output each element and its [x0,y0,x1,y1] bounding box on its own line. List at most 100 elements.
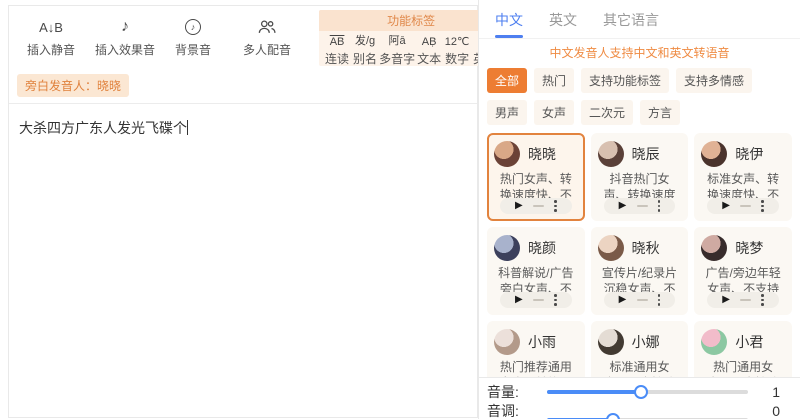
filter-dialect[interactable]: 方言 [640,100,681,125]
volume-slider-handle[interactable] [634,384,649,399]
more-options-icon[interactable] [657,200,661,212]
tag-liandu-label: 连读 [325,52,350,66]
voice-card-grid: 晓晓 热门女声、转换速度快、不支持功能标签 ▶ 晓辰 抖音热门女声、转换速度快、… [479,131,800,411]
background-music-label: 背景音 [175,43,212,57]
tts-editor-app: A↓B 插入静音 ♪ 插入效果音 ♪ 背景音 多人配音 功能标签 AB 连读 发… [0,0,800,419]
voice-name: 晓晓 [528,146,556,162]
tag-alias-button[interactable]: 发/g 别名 [351,33,379,67]
voice-card[interactable]: 晓晓 热门女声、转换速度快、不支持功能标签 ▶ [487,133,585,221]
function-tags-box: 功能标签 AB 连读 发/g 别名 阿ā 多音字 AḄ 文本 12℃ 数字 [319,10,504,69]
pitch-slider-handle[interactable] [606,412,621,419]
voice-name: 小君 [735,334,764,350]
pitch-slider[interactable] [547,412,748,419]
tab-chinese[interactable]: 中文 [495,8,523,38]
voice-controls: ▶ [603,291,676,308]
voice-name: 晓颜 [528,240,556,256]
voice-avatar [494,235,520,261]
voice-picker-panel: 中文 英文 其它语言 中文发音人支持中文和英文转语音 全部 热门 支持功能标签 … [478,0,800,419]
editor-panel: A↓B 插入静音 ♪ 插入效果音 ♪ 背景音 多人配音 功能标签 AB 连读 发… [8,5,504,418]
more-options-icon[interactable] [554,294,557,306]
play-icon[interactable]: ▶ [722,294,730,305]
voice-avatar [494,329,520,355]
liandu-icon: AB [329,36,345,48]
volume-row: 音量: 1 [487,382,780,401]
voice-description: 热门女声、转换速度快、不支持功能标签 [499,172,572,198]
tag-number-button[interactable]: 12℃ 数字 [443,33,471,67]
editor-toolbar: A↓B 插入静音 ♪ 插入效果音 ♪ 背景音 多人配音 功能标签 AB 连读 发… [9,6,504,66]
alias-icon: 发/g [354,35,376,47]
pitch-row: 音调: 0 [487,401,780,419]
filter-hot[interactable]: 热门 [534,68,575,93]
progress-dash [740,298,752,301]
voice-name: 小娜 [631,334,660,350]
voice-card[interactable]: 晓梦 广告/旁边年轻女声、不支持功能标签 ▶ [694,227,792,315]
insert-sound-effect-label: 插入效果音 [95,43,156,57]
volume-label: 音量: [487,383,519,400]
voice-avatar [494,141,520,167]
voice-avatar [597,329,624,355]
voice-filters: 全部 热门 支持功能标签 支持多情感 男声 女声 二次元 方言 [479,65,800,131]
voice-controls: ▶ [707,197,780,214]
tab-other-languages[interactable]: 其它语言 [603,8,659,38]
tab-english[interactable]: 英文 [549,8,577,38]
voice-card[interactable]: 晓秋 宣传片/纪录片沉稳女声、不支持功能标签 ▶ [590,227,689,315]
voice-name: 晓伊 [735,146,764,162]
volume-value: 1 [772,383,780,400]
progress-dash [740,204,752,207]
voice-controls: ▶ [499,291,572,308]
progress-dash [636,204,648,207]
voice-avatar [701,141,728,167]
play-icon[interactable]: ▶ [619,200,627,211]
function-tags-items: AB 连读 发/g 别名 阿ā 多音字 AḄ 文本 12℃ 数字 [319,31,503,69]
voice-card[interactable]: 晓伊 标准女声、转换速度快、不支持功能标签 ▶ [694,133,792,221]
language-tabs: 中文 英文 其它语言 [479,0,800,39]
voice-description: 宣传片/纪录片沉稳女声、不支持功能标签 [601,266,678,292]
filter-all[interactable]: 全部 [487,68,528,93]
text-cursor [187,120,188,135]
insert-sound-effect-button[interactable]: ♪ 插入效果音 [85,8,165,66]
more-options-icon[interactable] [657,294,661,306]
play-icon[interactable]: ▶ [619,294,627,305]
insert-silence-button[interactable]: A↓B 插入静音 [17,8,85,66]
sound-effect-icon: ♪ [121,18,130,35]
voice-card[interactable]: 晓辰 抖音热门女声、转换速度快、不支持功能标签 ▶ [590,133,689,221]
play-icon[interactable]: ▶ [722,200,730,211]
filter-female[interactable]: 女声 [534,100,575,125]
filter-multi-emotion[interactable]: 支持多情感 [676,68,753,93]
progress-dash [636,298,648,301]
multi-voice-button[interactable]: 多人配音 [233,8,301,66]
number-icon: 12℃ [444,36,470,48]
voice-name: 晓梦 [735,240,764,256]
narrator-voice-badge[interactable]: 旁白发音人：晓晓 [17,74,130,97]
more-options-icon[interactable] [761,294,764,306]
filter-anime[interactable]: 二次元 [581,100,634,125]
tag-text-button[interactable]: AḄ 文本 [415,33,443,67]
audio-settings: 音量: 1 音调: 0 [479,377,800,419]
voice-card[interactable]: 晓颜 科普解说/广告旁白女声、不支持功能标签 ▶ [487,227,585,315]
pitch-value: 0 [772,402,780,419]
play-icon[interactable]: ▶ [515,200,523,211]
tag-liandu-button[interactable]: AB 连读 [323,33,351,67]
more-options-icon[interactable] [554,200,557,212]
polyphone-icon: 阿ā [388,35,406,47]
tag-polyphone-button[interactable]: 阿ā 多音字 [379,33,415,67]
filter-male[interactable]: 男声 [487,100,528,125]
filter-supports-tags[interactable]: 支持功能标签 [581,68,670,93]
background-music-icon: ♪ [185,16,202,38]
background-music-button[interactable]: ♪ 背景音 [165,8,221,66]
silence-icon: A↓B [39,19,63,35]
more-options-icon[interactable] [761,200,764,212]
play-icon[interactable]: ▶ [515,294,523,305]
voice-controls: ▶ [707,291,780,308]
voice-avatar [701,235,728,261]
volume-slider[interactable] [547,384,748,399]
function-tags-title: 功能标签 [319,10,504,31]
text-icon: AḄ [421,36,437,48]
voice-description: 广告/旁边年轻女声、不支持功能标签 [705,266,781,292]
pitch-label: 音调: [487,402,519,419]
progress-dash [532,298,544,301]
editor-text: 大杀四方广东人发光飞碟个 [19,120,187,136]
text-editor[interactable]: 大杀四方广东人发光飞碟个 [9,104,477,404]
voice-avatar [597,141,624,167]
progress-dash [532,204,544,207]
